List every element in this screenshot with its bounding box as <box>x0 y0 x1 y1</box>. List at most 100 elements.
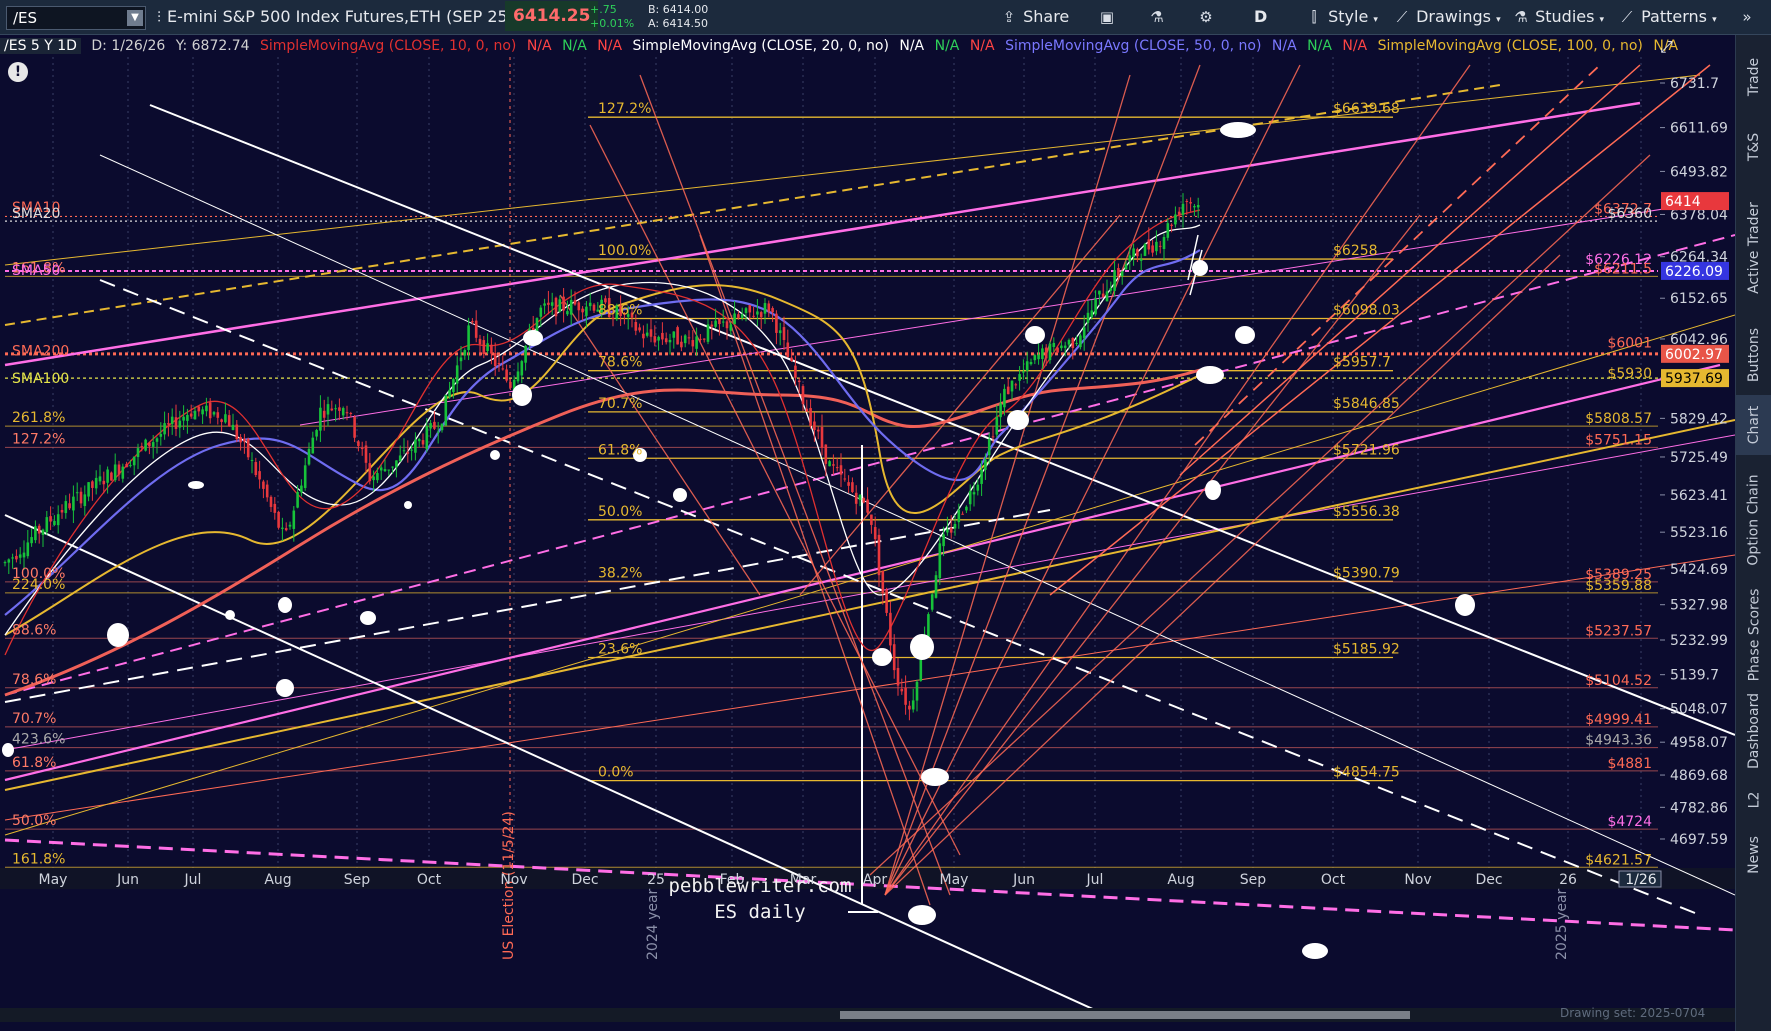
drawings-label: Drawings <box>1416 7 1491 26</box>
studies-button[interactable]: ⚗ Studies ▾ <box>1512 0 1604 34</box>
candle-body <box>778 330 782 334</box>
candle-body <box>1158 245 1162 247</box>
time-axis-label: Jun <box>116 872 139 888</box>
candle-body <box>702 338 706 340</box>
double-chevron-right-icon: » <box>1742 8 1752 26</box>
right-tab-chart[interactable]: Chart <box>1736 395 1771 455</box>
time-axis-label: Jul <box>1086 872 1104 888</box>
candle-body <box>949 527 953 533</box>
change-percent: +0.01% <box>590 17 635 30</box>
right-tab-buttons[interactable]: Buttons <box>1736 320 1771 390</box>
fib-percent-label: 50.0% <box>598 504 642 520</box>
candle-body <box>1120 271 1124 277</box>
price-axis-label: 5623.41 <box>1670 488 1728 504</box>
marker-oval <box>1205 480 1221 500</box>
right-tab-phase-scores[interactable]: Phase Scores <box>1736 589 1771 682</box>
symbol-input[interactable] <box>13 7 113 29</box>
symbol-selector[interactable]: ▼ <box>6 6 146 30</box>
right-tab-option-chain[interactable]: Option Chain <box>1736 465 1771 575</box>
right-tab-dashboard[interactable]: Dashboard <box>1736 691 1771 771</box>
candle-body <box>125 463 128 468</box>
sma10-value-up: N/A <box>562 38 587 54</box>
lab-button[interactable]: ⚗ <box>1148 0 1166 34</box>
link-icon[interactable]: ⫶ <box>150 0 168 34</box>
candle-body <box>117 464 121 475</box>
fib-price-label: $6098.03 <box>1333 303 1400 319</box>
info-icon[interactable]: ! <box>8 62 28 82</box>
candle-body <box>588 302 592 307</box>
fib-price-label: $6639.68 <box>1333 101 1400 117</box>
candle-body <box>56 514 60 526</box>
candle-body <box>592 304 596 311</box>
fib-percent-label: 78.6% <box>598 355 642 371</box>
candle-body <box>376 473 379 481</box>
bid-ask: B: 6414.00 A: 6414.50 <box>648 3 708 31</box>
candle-body <box>269 496 273 507</box>
timeframe-button[interactable]: D <box>1254 0 1267 34</box>
candle-body <box>7 559 11 563</box>
candle-body <box>1177 211 1181 215</box>
candle-body <box>501 368 505 370</box>
candle-body <box>1082 327 1086 339</box>
sma-label: SMA200 <box>12 343 69 359</box>
right-tab-active-trader[interactable]: Active Trader <box>1736 188 1771 308</box>
candle-body <box>873 527 877 540</box>
patterns-button[interactable]: ⟋ Patterns ▾ <box>1618 0 1717 34</box>
horizontal-scrollbar[interactable] <box>0 1008 1735 1022</box>
right-tab-trade[interactable]: Trade <box>1736 47 1771 107</box>
expand-icon[interactable]: ⤢ <box>1660 37 1673 57</box>
candle-body <box>303 465 307 488</box>
marker-oval <box>1007 410 1029 430</box>
watermark-line2: ES daily <box>714 901 806 923</box>
time-axis-label: May <box>39 872 68 888</box>
candle-body <box>151 442 155 447</box>
sma100-study[interactable]: SimpleMovingAvg (CLOSE, 100, 0, no) <box>1378 38 1643 54</box>
marker-oval <box>512 384 532 406</box>
marker-oval <box>1196 366 1224 384</box>
candle-body <box>642 333 645 339</box>
candle-body <box>391 466 394 468</box>
right-tab-l2[interactable]: L2 <box>1736 780 1771 820</box>
candle-body <box>908 705 911 710</box>
fib-percent-label: 127.2% <box>598 101 651 117</box>
candle-body <box>68 503 71 509</box>
marker-oval <box>1220 122 1256 138</box>
marker-oval <box>1302 943 1328 959</box>
candle-body <box>892 644 896 671</box>
candle-body <box>539 307 543 317</box>
candle-body <box>497 362 501 365</box>
right-tab-news[interactable]: News <box>1736 825 1771 885</box>
candle-body <box>961 513 964 515</box>
chevron-down-icon[interactable]: ▼ <box>127 10 143 26</box>
price-badge-label: 6226.09 <box>1665 264 1723 280</box>
share-button[interactable]: ⇪ Share <box>1000 0 1070 34</box>
right-tab-t-s[interactable]: T&S <box>1736 117 1771 177</box>
candle-body <box>383 469 387 472</box>
candle-body <box>721 321 725 323</box>
drawings-button[interactable]: ⟋ Drawings ▾ <box>1393 0 1501 34</box>
candle-body <box>338 407 341 411</box>
candle-body <box>467 325 470 351</box>
snapshot-button[interactable]: ▣ <box>1098 0 1116 34</box>
marker-oval <box>490 450 500 460</box>
collapse-button[interactable]: » <box>1738 0 1756 34</box>
price-chart[interactable]: 127.2% $6639.68 100.0% $6258 88.6% $6098.03 78… <box>0 35 1735 1008</box>
settings-button[interactable]: ⚙ <box>1197 0 1215 34</box>
candle-body <box>1185 200 1189 203</box>
candle-body <box>91 481 94 488</box>
candle-body <box>239 436 242 443</box>
sma-label: SMA20 <box>12 206 60 222</box>
candle-body <box>455 365 459 384</box>
style-button[interactable]: ⫿ Style ▾ <box>1305 0 1378 34</box>
candle-body <box>554 297 558 317</box>
sma10-study[interactable]: SimpleMovingAvg (CLOSE, 10, 0, no) <box>260 38 516 54</box>
fib-percent-label: 61.8% <box>598 442 642 458</box>
candle-body <box>459 357 463 362</box>
sma20-study[interactable]: SimpleMovingAvg (CLOSE, 20, 0, no) <box>633 38 889 54</box>
sma50-study[interactable]: SimpleMovingAvg (CLOSE, 50, 0, no) <box>1005 38 1261 54</box>
scrollbar-thumb[interactable] <box>840 1011 1410 1019</box>
candle-body <box>281 527 284 529</box>
candle-body <box>448 389 451 398</box>
flask-icon: ⚗ <box>1514 8 1528 26</box>
fib-price-label: $5721.96 <box>1333 442 1400 458</box>
